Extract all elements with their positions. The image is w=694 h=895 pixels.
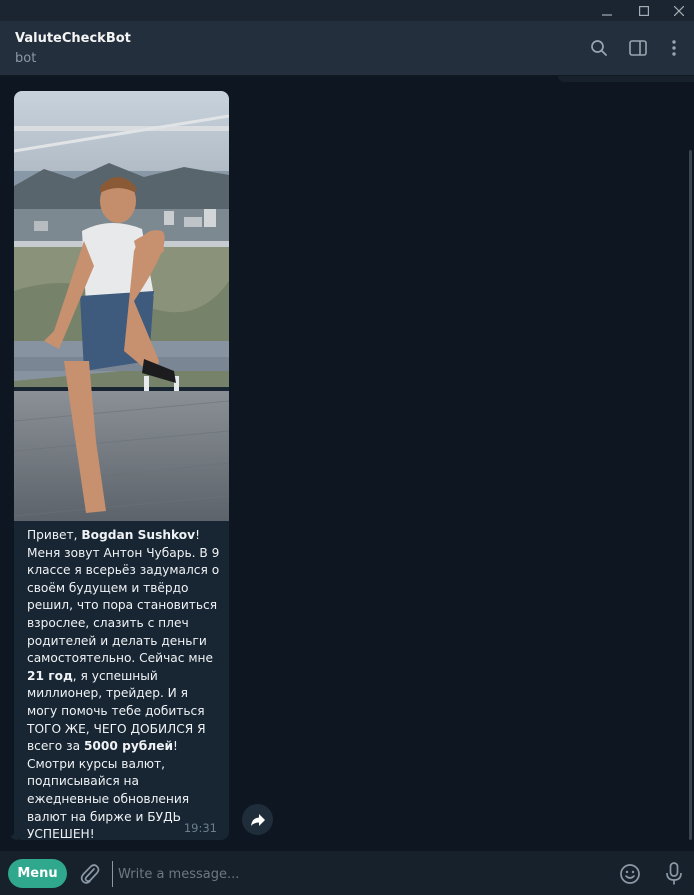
message-input[interactable] — [112, 861, 602, 887]
window-titlebar — [0, 0, 694, 21]
age-text: 21 год — [27, 668, 73, 683]
close-window-button[interactable] — [664, 0, 694, 21]
maximize-button[interactable] — [629, 0, 659, 21]
chat-title: ValuteCheckBot — [15, 31, 131, 46]
minimize-icon — [602, 13, 612, 16]
message-photo[interactable] — [14, 91, 229, 521]
bot-menu-button[interactable]: Menu — [8, 859, 67, 888]
header-shadow-tab — [558, 76, 694, 82]
user-name: Bogdan Sushkov — [81, 528, 196, 542]
close-icon — [674, 5, 684, 16]
forward-icon — [250, 813, 265, 826]
attach-button[interactable] — [77, 861, 103, 887]
emoji-icon — [620, 864, 640, 884]
search-button[interactable] — [588, 37, 610, 59]
chat-status: bot — [15, 51, 37, 66]
forward-button[interactable] — [242, 804, 273, 835]
chat-header[interactable]: ValuteCheckBot bot — [0, 21, 694, 76]
chat-scrollbar[interactable] — [689, 150, 692, 840]
message-time: 19:31 — [183, 821, 217, 835]
message-composer: Menu — [0, 851, 694, 895]
photo-person-on-balcony-icon — [14, 91, 229, 521]
search-icon — [591, 40, 607, 56]
message-bubble[interactable]: Привет, Bogdan Sushkov! Меня зовут Антон… — [14, 91, 229, 840]
sidebar-toggle-icon — [629, 40, 647, 56]
more-vertical-icon — [672, 40, 676, 56]
greeting-prefix: Привет, — [27, 528, 82, 542]
emoji-button[interactable] — [617, 861, 643, 887]
voice-button[interactable] — [661, 861, 687, 887]
maximize-icon — [639, 5, 649, 16]
microphone-icon — [666, 862, 682, 885]
minimize-button[interactable] — [592, 0, 622, 21]
message-text: Привет, Bogdan Sushkov! Меня зовут Антон… — [27, 527, 222, 840]
message-intro: ! Меня зовут Антон Чубарь. В 9 классе я … — [27, 528, 220, 666]
attach-icon — [80, 864, 100, 884]
more-button[interactable] — [663, 37, 685, 59]
amount-text: 5000 рублей — [83, 739, 174, 754]
sidebar-toggle-button[interactable] — [627, 37, 649, 59]
message-end: ! Смотри курсы валют, подписывайся на еж… — [27, 739, 190, 840]
